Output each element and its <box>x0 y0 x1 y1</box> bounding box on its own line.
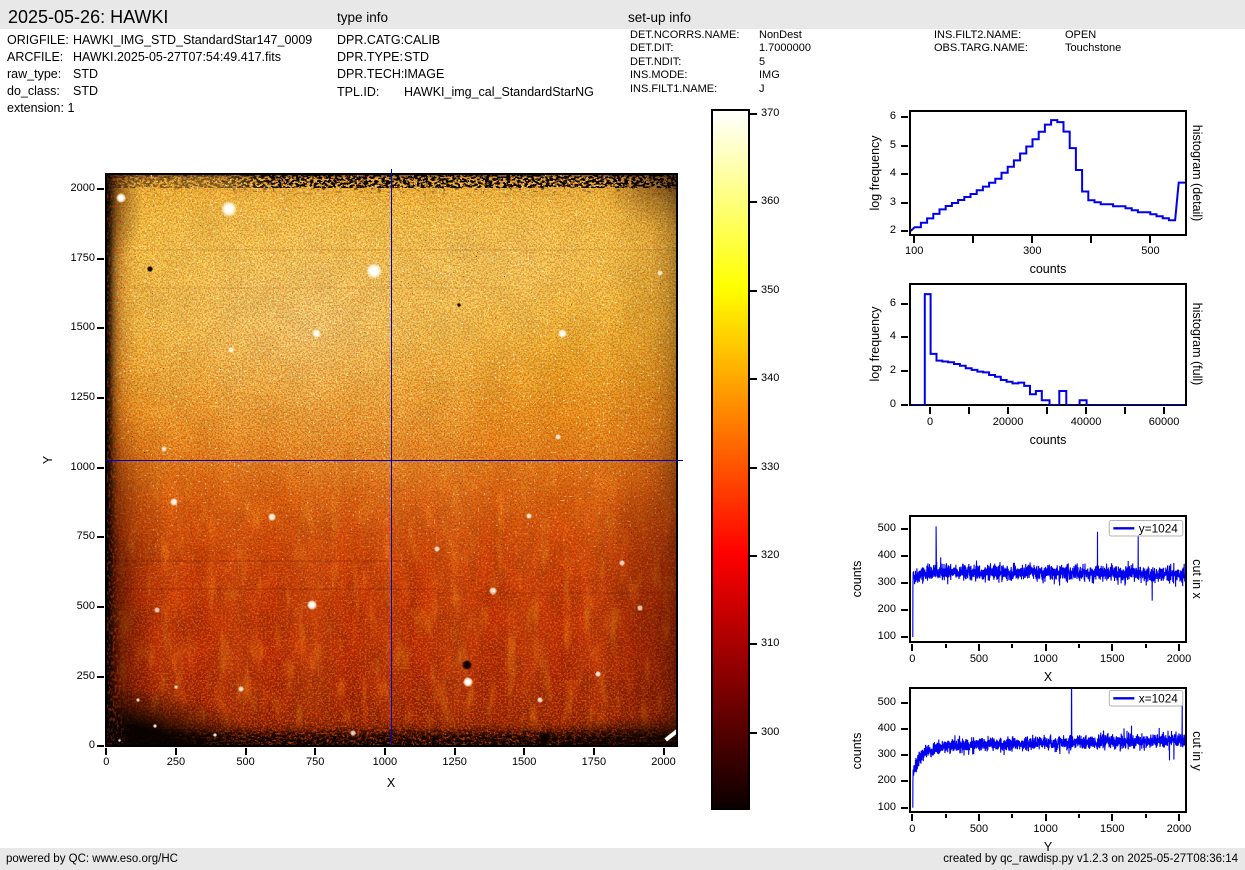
svg-text:x=1024: x=1024 <box>1138 692 1177 706</box>
svg-text:y=1024: y=1024 <box>1138 521 1177 535</box>
